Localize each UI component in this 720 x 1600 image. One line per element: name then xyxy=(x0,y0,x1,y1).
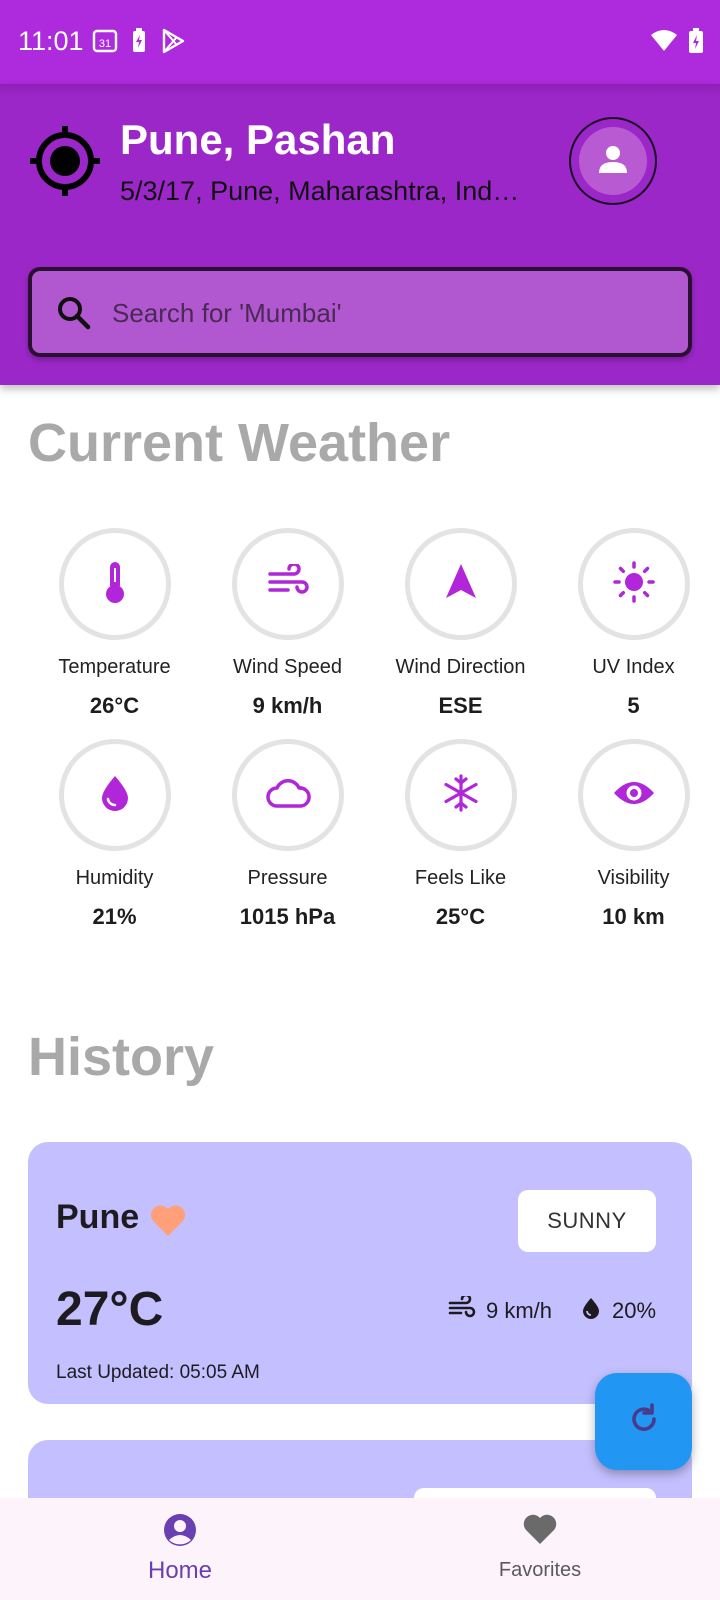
svg-text:31: 31 xyxy=(99,38,111,50)
metric-wind-speed: Wind Speed 9 km/h xyxy=(201,528,374,719)
history-card[interactable]: Pune SUNNY 27°C 9 km/h 20% Last Updated:… xyxy=(28,1142,692,1404)
thermometer-icon xyxy=(95,560,135,609)
metric-circle xyxy=(231,528,344,640)
status-icons-right xyxy=(650,28,704,59)
metric-humidity: Humidity 21% xyxy=(28,739,201,930)
battery-saver-icon xyxy=(130,28,148,59)
metric-circle xyxy=(404,528,517,640)
metric-label: Visibility xyxy=(597,867,670,889)
water-drop-icon xyxy=(580,1296,602,1326)
my-location-icon[interactable] xyxy=(28,124,102,198)
metric-label: Temperature xyxy=(58,656,171,678)
status-time: 11:01 xyxy=(18,26,84,56)
wind-icon xyxy=(448,1293,476,1326)
sun-icon xyxy=(612,560,656,609)
metric-pressure: Pressure 1015 hPa xyxy=(201,739,374,930)
avatar xyxy=(579,127,647,195)
metric-circle xyxy=(231,739,344,851)
snowflake-icon xyxy=(441,773,481,818)
history-last-updated: Last Updated: 05:05 AM xyxy=(56,1362,260,1383)
search-input[interactable] xyxy=(112,289,672,337)
eye-icon xyxy=(612,778,656,813)
metric-value: 10 km xyxy=(602,904,665,929)
refresh-button[interactable] xyxy=(595,1373,692,1470)
metric-circle xyxy=(58,739,171,851)
current-weather-title: Current Weather xyxy=(28,413,451,473)
location-header: Pune, Pashan 5/3/17, Pune, Maharashtra, … xyxy=(0,84,720,385)
play-store-icon xyxy=(160,28,186,59)
person-icon xyxy=(596,142,630,181)
history-wind: 9 km/h xyxy=(448,1293,553,1326)
condition-badge: SUNNY xyxy=(518,1190,656,1252)
history-humidity-value: 20% xyxy=(612,1298,657,1323)
metric-circle xyxy=(577,528,690,640)
metric-feels-like: Feels Like 25°C xyxy=(374,739,547,930)
metric-label: Feels Like xyxy=(414,867,507,889)
status-bar: 11:01 31 xyxy=(0,0,720,84)
metric-circle xyxy=(404,739,517,851)
metric-label: Wind Direction xyxy=(395,656,526,678)
water-drop-icon xyxy=(97,773,133,818)
metric-label: Humidity xyxy=(75,867,154,889)
account-circle-icon xyxy=(162,1514,198,1552)
history-temperature: 27°C xyxy=(56,1283,164,1336)
nav-home-label: Home xyxy=(147,1557,213,1584)
metric-value: 5 xyxy=(627,693,640,718)
wifi-icon xyxy=(650,29,678,58)
nav-favorites[interactable]: Favorites xyxy=(440,1512,640,1582)
history-city: Pune xyxy=(56,1198,140,1236)
search-bar[interactable] xyxy=(28,267,692,357)
metric-value: 21% xyxy=(92,904,137,929)
history-wind-value: 9 km/h xyxy=(486,1298,553,1323)
heart-icon xyxy=(521,1514,559,1550)
search-icon xyxy=(56,295,92,331)
metric-temperature: Temperature 26°C xyxy=(28,528,201,719)
calendar-icon: 31 xyxy=(92,28,118,59)
metric-label: UV Index xyxy=(592,656,675,678)
battery-charging-icon xyxy=(688,28,704,59)
metric-label: Wind Speed xyxy=(233,656,342,678)
refresh-icon xyxy=(627,1402,661,1441)
metric-uv-index: UV Index 5 xyxy=(547,528,720,719)
favorite-heart-icon[interactable] xyxy=(148,1202,188,1238)
metric-value: ESE xyxy=(438,693,483,718)
cloud-icon xyxy=(265,776,311,815)
metric-label: Pressure xyxy=(247,867,328,889)
bottom-navigation: Home Favorites xyxy=(0,1498,720,1600)
nav-home[interactable]: Home xyxy=(80,1512,280,1585)
metric-value: 9 km/h xyxy=(252,693,323,718)
history-title: History xyxy=(28,1027,215,1087)
nav-favorites-label: Favorites xyxy=(498,1559,582,1581)
metric-visibility: Visibility 10 km xyxy=(547,739,720,930)
metric-value: 1015 hPa xyxy=(239,904,336,929)
navigation-arrow-icon xyxy=(443,562,479,607)
location-subtitle: 5/3/17, Pune, Maharashtra, Ind… xyxy=(120,176,520,206)
metric-value: 26°C xyxy=(89,693,140,718)
profile-button[interactable] xyxy=(569,117,657,205)
app-screen: 11:01 31 Pune, Pashan 5/3/17, Pune, Maha… xyxy=(0,0,720,1600)
metric-wind-direction: Wind Direction ESE xyxy=(374,528,547,719)
metric-circle xyxy=(577,739,690,851)
metric-value: 25°C xyxy=(435,904,486,929)
history-humidity: 20% xyxy=(580,1296,656,1326)
status-icons-left: 31 xyxy=(92,28,186,59)
wind-icon xyxy=(266,561,310,605)
metric-circle xyxy=(58,528,171,640)
location-title: Pune, Pashan xyxy=(120,116,396,163)
header-shade xyxy=(0,84,720,96)
